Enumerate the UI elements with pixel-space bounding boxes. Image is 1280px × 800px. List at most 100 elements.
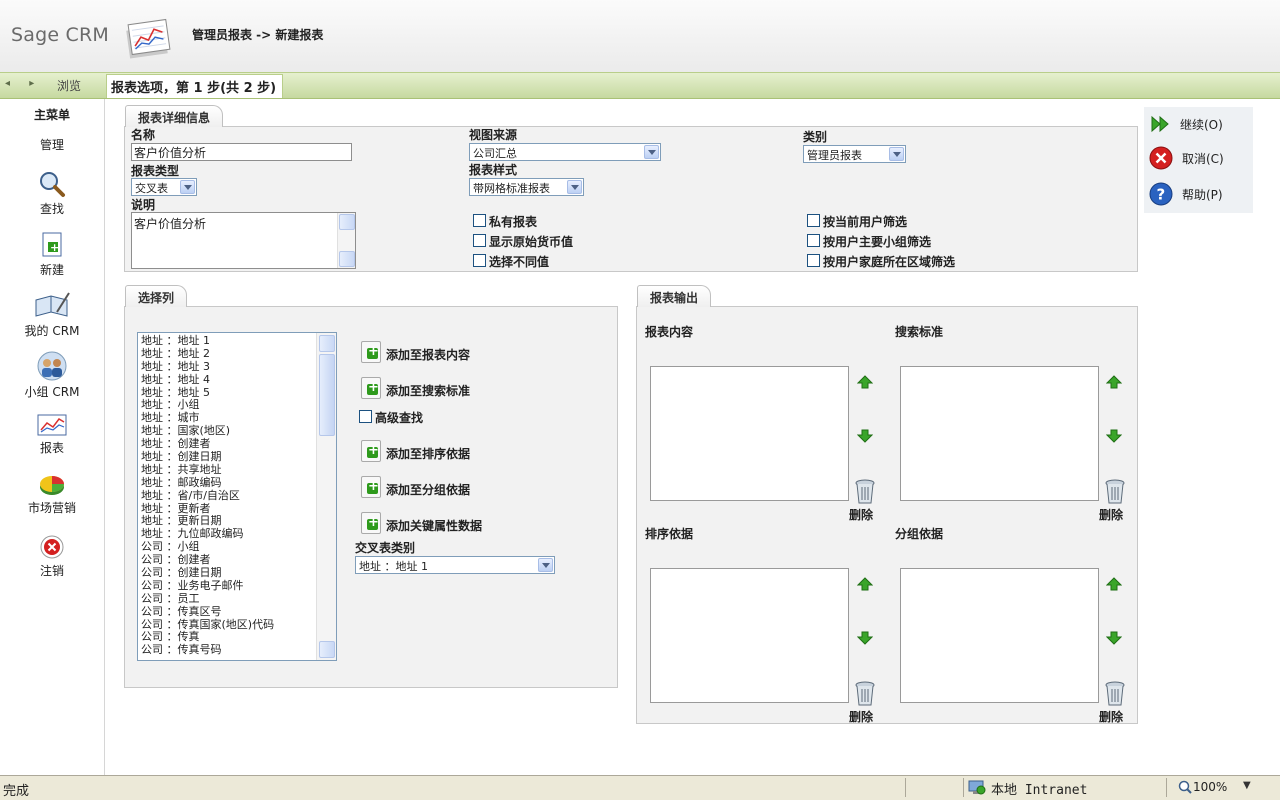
advanced-search-checkbox[interactable] bbox=[359, 410, 372, 423]
filter-current-user-checkbox[interactable] bbox=[807, 214, 820, 227]
filter-user-team-checkbox[interactable] bbox=[807, 234, 820, 247]
add-key-attribute-label[interactable]: 添加关键属性数据 bbox=[386, 517, 482, 534]
move-up-arrow-icon[interactable] bbox=[857, 375, 873, 389]
column-list-item[interactable]: 地址 ：地址 3 bbox=[138, 360, 316, 374]
svg-text:?: ? bbox=[1157, 186, 1166, 204]
column-list-item[interactable]: 地址 ：地址 2 bbox=[138, 347, 316, 361]
add-to-sort-button[interactable] bbox=[361, 440, 381, 462]
column-list-item[interactable]: 公司 ：传真号码 bbox=[138, 643, 316, 657]
group-by-listbox[interactable] bbox=[900, 568, 1099, 703]
trash-icon[interactable] bbox=[854, 681, 876, 707]
column-list-item[interactable]: 公司 ：员工 bbox=[138, 592, 316, 606]
sidebar-item-label: 小组 CRM bbox=[24, 385, 80, 399]
sage-crm-logo: Sage CRM bbox=[11, 24, 109, 46]
column-list-item[interactable]: 公司 ：传真区号 bbox=[138, 605, 316, 619]
delete-group-label[interactable]: 删除 bbox=[1099, 708, 1123, 725]
scroll-up-button[interactable] bbox=[319, 335, 335, 352]
trash-icon[interactable] bbox=[1104, 681, 1126, 707]
add-to-group-label[interactable]: 添加至分组依据 bbox=[386, 481, 470, 498]
search-criteria-listbox[interactable] bbox=[900, 366, 1099, 501]
delete-sort-label[interactable]: 删除 bbox=[849, 708, 873, 725]
report-content-listbox[interactable] bbox=[650, 366, 849, 501]
move-down-arrow-icon[interactable] bbox=[1106, 429, 1122, 443]
report-chart-icon bbox=[124, 14, 174, 60]
move-down-arrow-icon[interactable] bbox=[857, 429, 873, 443]
sort-by-listbox[interactable] bbox=[650, 568, 849, 703]
add-to-content-label[interactable]: 添加至报表内容 bbox=[386, 346, 470, 363]
zoom-dropdown-icon[interactable]: ▼ bbox=[1243, 780, 1251, 791]
scroll-down-button[interactable] bbox=[339, 251, 355, 267]
column-list-item[interactable]: 公司 ：创建日期 bbox=[138, 566, 316, 580]
category-label: 类别 bbox=[803, 130, 828, 144]
scroll-up-button[interactable] bbox=[339, 214, 355, 230]
filter-user-region-checkbox[interactable] bbox=[807, 254, 820, 267]
report-style-label: 报表样式 bbox=[469, 163, 518, 177]
description-textarea[interactable]: 客户价值分析 bbox=[131, 212, 356, 269]
status-text: 完成 bbox=[3, 784, 30, 799]
help-button[interactable]: ? 帮助(P) bbox=[1149, 182, 1249, 206]
description-scrollbar[interactable] bbox=[337, 213, 355, 268]
trash-icon[interactable] bbox=[854, 479, 876, 505]
add-to-sort-label[interactable]: 添加至排序依据 bbox=[386, 445, 470, 462]
sidebar-item-find[interactable]: 查找 bbox=[0, 170, 104, 217]
move-up-arrow-icon[interactable] bbox=[1106, 577, 1122, 591]
sidebar-item-marketing[interactable]: 市场营销 bbox=[0, 473, 104, 516]
tab-report-details[interactable]: 报表详细信息 bbox=[125, 105, 224, 127]
sidebar-item-new[interactable]: + 新建 bbox=[0, 231, 104, 278]
advanced-search-label: 高级查找 bbox=[375, 411, 424, 425]
distinct-values-checkbox[interactable] bbox=[473, 254, 486, 267]
delete-content-label[interactable]: 删除 bbox=[849, 506, 873, 523]
move-up-arrow-icon[interactable] bbox=[857, 577, 873, 591]
my-crm-icon bbox=[35, 292, 70, 317]
add-to-search-button[interactable] bbox=[361, 377, 381, 399]
description-text: 客户价值分析 bbox=[134, 217, 207, 231]
category-select[interactable]: 管理员报表 bbox=[803, 145, 906, 163]
delete-search-label[interactable]: 删除 bbox=[1099, 506, 1123, 523]
add-to-content-button[interactable] bbox=[361, 341, 381, 363]
breadcrumb: 管理员报表 -> 新建报表 bbox=[192, 28, 324, 42]
private-report-checkbox[interactable] bbox=[473, 214, 486, 227]
column-listbox[interactable]: 地址 ：地址 1 地址 ：地址 2 地址 ：地址 3 地址 ：地址 4 地址 ：地址 5… bbox=[137, 332, 337, 661]
move-down-arrow-icon[interactable] bbox=[1106, 631, 1122, 645]
sidebar-item-label: 查找 bbox=[39, 202, 64, 216]
column-list-item[interactable]: 地址 ：地址 1 bbox=[138, 334, 316, 348]
trash-icon[interactable] bbox=[1104, 479, 1126, 505]
move-up-arrow-icon[interactable] bbox=[1106, 375, 1122, 389]
view-source-select[interactable]: 公司汇总 bbox=[469, 143, 661, 161]
add-key-attribute-button[interactable] bbox=[361, 512, 381, 534]
move-down-arrow-icon[interactable] bbox=[857, 631, 873, 645]
double-arrow-right-icon bbox=[1151, 115, 1169, 133]
continue-button[interactable]: 继续(O) bbox=[1150, 113, 1250, 135]
scroll-thumb[interactable] bbox=[319, 354, 335, 436]
column-list-item[interactable]: 地址 ：共享地址 bbox=[138, 463, 316, 477]
scroll-down-button[interactable] bbox=[319, 641, 335, 658]
zoom-level[interactable]: 100% bbox=[1193, 780, 1227, 794]
sidebar-item-team-crm[interactable]: 小组 CRM bbox=[0, 351, 104, 400]
original-currency-label: 显示原始货币值 bbox=[489, 235, 574, 249]
original-currency-checkbox[interactable] bbox=[473, 234, 486, 247]
column-list-item[interactable]: 地址 ：创建日期 bbox=[138, 450, 316, 464]
browse-link[interactable]: 浏览 bbox=[57, 77, 81, 94]
sidebar-item-logout[interactable]: 注销 bbox=[0, 534, 104, 579]
tab-report-output[interactable]: 报表输出 bbox=[637, 285, 712, 307]
column-list-scrollbar[interactable] bbox=[316, 333, 336, 660]
sidebar-item-reports[interactable]: 报表 bbox=[0, 413, 104, 456]
sidebar-item-my-crm[interactable]: 我的 CRM bbox=[0, 290, 104, 339]
column-list-item[interactable]: 公司 ：业务电子邮件 bbox=[138, 579, 316, 593]
view-source-value: 公司汇总 bbox=[473, 147, 517, 160]
column-list-item[interactable]: 地址 ：地址 4 bbox=[138, 373, 316, 387]
column-list-item[interactable]: 地址 ：省/市/自治区 bbox=[138, 489, 316, 503]
add-to-search-label[interactable]: 添加至搜索标准 bbox=[386, 382, 470, 399]
tab-select-columns[interactable]: 选择列 bbox=[125, 285, 188, 307]
column-list-item[interactable]: 地址 ：邮政编码 bbox=[138, 476, 316, 490]
zoom-icon bbox=[1178, 780, 1192, 794]
report-style-select[interactable]: 带网格标准报表 bbox=[469, 178, 584, 196]
add-to-group-button[interactable] bbox=[361, 476, 381, 498]
crosstab-category-select[interactable]: 地址 ：地址 1 bbox=[355, 556, 555, 574]
report-name-input[interactable] bbox=[131, 143, 352, 161]
back-forward-arrows[interactable]: ◂ ▸ bbox=[5, 78, 42, 89]
sort-by-label: 排序依据 bbox=[645, 527, 694, 541]
sidebar-item-admin[interactable]: 管理 bbox=[0, 136, 104, 153]
cancel-button[interactable]: 取消(C) bbox=[1149, 146, 1249, 170]
report-type-select[interactable]: 交叉表 bbox=[131, 178, 197, 196]
